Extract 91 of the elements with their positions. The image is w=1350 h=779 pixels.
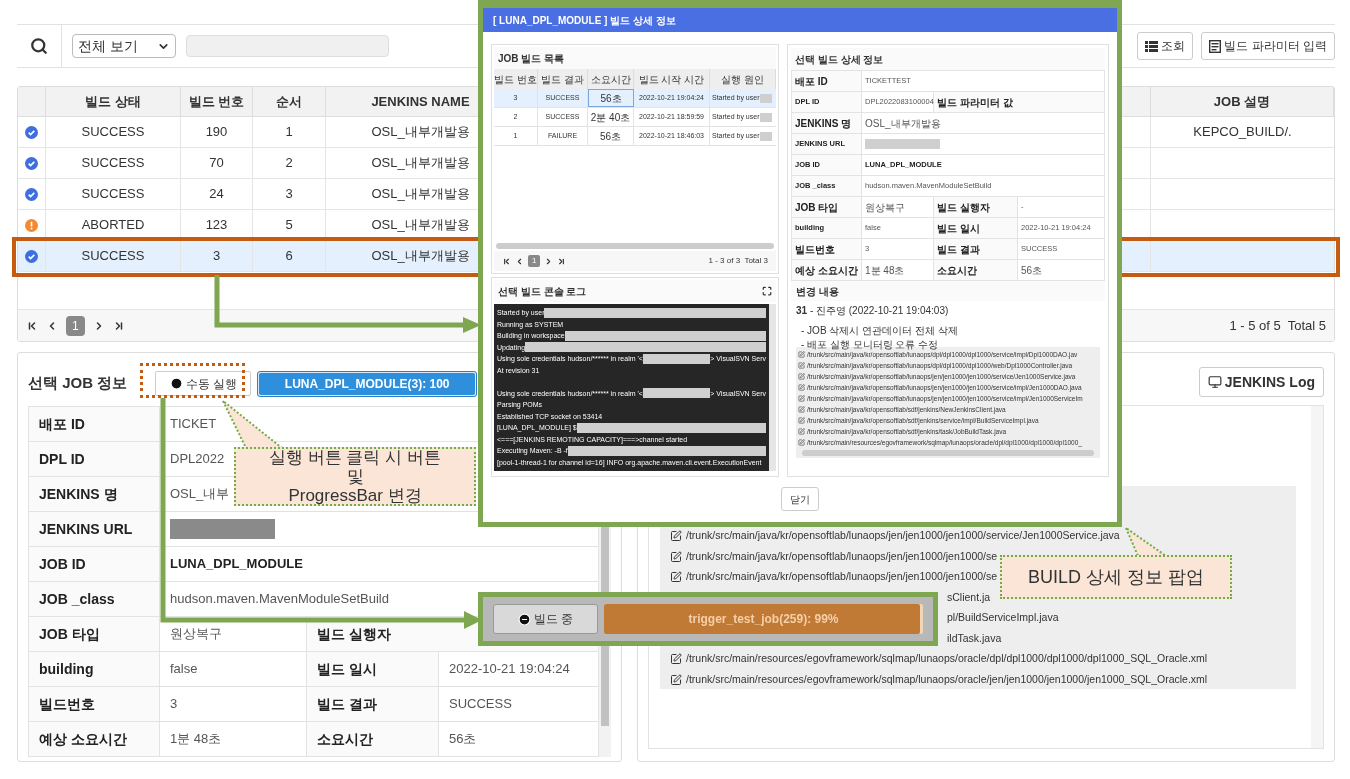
column-header: 빌드 결과 <box>541 72 584 87</box>
panel-title: JOB 빌드 목록 <box>498 51 565 66</box>
progress-label: trigger_test_job(259): 99% <box>687 611 840 628</box>
jenkins-name: OSL_내부개발용 <box>371 154 470 173</box>
section-title: 변경 내용 <box>796 284 839 299</box>
field-value: 원상복구 <box>170 625 222 644</box>
field-value: 2022-10-21 19:04:24 <box>449 660 570 679</box>
status-text: ABORTED <box>81 216 145 235</box>
build-number: 123 <box>205 216 228 235</box>
file-path: pl/BuildServiceImpl.java <box>947 610 1059 626</box>
column-header: 실행 원인 <box>721 72 764 87</box>
build-number: 190 <box>205 123 228 142</box>
file-path: /trunk/src/main/java/kr/opensoftlab/lunaops/jen/jen1000/jen1000/se <box>686 548 998 564</box>
field-value: 1분 48초 <box>170 730 222 749</box>
field-label: JOB 타입 <box>39 624 100 644</box>
file-path: /trunk/src/main/resources/egovframework/sqlmap/lunaops/oracle/dpl/dpl1000/dpl1000/dpl1000_SQL_Oracle.xml <box>686 651 1208 667</box>
order-number: 1 <box>285 123 293 142</box>
field-label: 빌드번호 <box>795 242 835 257</box>
change-header: 31 - 진주영 (2022-10-21 19:04:03) <box>796 304 950 317</box>
file-path: /trunk/src/main/resources/egovframework/sqlmap/lunaops/oracle/jen/jen1000/jen1000/jen1000_SQL_Oracle.xml <box>686 671 1208 687</box>
field-label: 빌드 결과 <box>937 242 980 257</box>
field-label: JENKINS 명 <box>39 484 118 504</box>
popup-title: [ LUNA_DPL_MODULE ] 빌드 상세 정보 <box>483 8 1117 32</box>
field-label: JOB ID <box>39 554 86 574</box>
field-value: OSL_내부 <box>170 485 230 504</box>
field-label: JENKINS 명 <box>795 116 852 131</box>
field-label: 배포 ID <box>795 74 828 89</box>
field-label: 빌드번호 <box>39 694 95 714</box>
order-number: 5 <box>285 216 293 235</box>
status-text: SUCCESS <box>81 185 145 204</box>
panel-title: 선택 빌드 콘솔 로그 <box>498 284 587 299</box>
file-path: sClient.ja <box>947 589 991 605</box>
change-note: - 배포 실행 모니터링 오류 수정 <box>801 339 939 350</box>
field-value: SUCCESS <box>449 695 512 714</box>
jenkins-name: OSL_내부개발용 <box>371 185 470 204</box>
order-number: 3 <box>285 185 293 204</box>
build-number: 70 <box>209 154 224 173</box>
field-label: 빌드 실행자 <box>937 200 990 215</box>
field-value: false <box>170 660 198 679</box>
field-value: hudson.maven.MavenModuleSetBuild <box>170 590 389 609</box>
file-path: /trunk/src/main/java/kr/opensoftlab/lunaops/jen/jen1000/jen1000/service/Jen1000Service.java <box>686 528 1120 544</box>
field-value: 3 <box>170 695 178 714</box>
order-number: 2 <box>285 154 293 173</box>
duration: 56초 <box>600 91 622 106</box>
column-header: 순서 <box>276 92 302 111</box>
column-header: 빌드 상태 <box>85 92 141 111</box>
panel-title: 선택 빌드 상세 정보 <box>795 52 884 67</box>
column-header: JENKINS NAME <box>371 92 470 111</box>
field-label: 빌드 일시 <box>937 221 980 236</box>
field-label: 배포 ID <box>39 414 85 434</box>
jenkins-name: OSL_내부개발용 <box>371 247 470 266</box>
column-header: 빌드 번호 <box>494 72 537 87</box>
file-path: ildTask.java <box>947 630 1002 646</box>
column-header: 빌드 시작 시간 <box>638 72 705 87</box>
field-value: 56초 <box>449 730 477 749</box>
file-path: /trunk/src/main/java/kr/opensoftlab/lunaops/jen/jen1000/jen1000/se <box>686 569 998 585</box>
column-header: 빌드 번호 <box>188 92 245 111</box>
page-summary: 1 - 5 of 5 Total 5 <box>1229 316 1326 335</box>
field-label: 빌드 결과 <box>317 694 377 714</box>
jenkins-name: OSL_내부개발용 <box>371 123 470 142</box>
status-text: SUCCESS <box>81 154 145 173</box>
jenkins-name: OSL_내부개발용 <box>371 216 470 235</box>
field-label: 빌드 일시 <box>317 659 377 679</box>
duration: 56초 <box>599 129 622 144</box>
field-label: JOB 타입 <box>795 200 839 215</box>
duration: 2분 40초 <box>590 110 631 125</box>
column-header: 소요시간 <box>590 72 631 87</box>
page-summary: 1 - 3 of 3 Total 3 <box>708 255 768 267</box>
status-text: SUCCESS <box>81 123 145 142</box>
status-text: SUCCESS <box>81 247 145 266</box>
field-value: TICKET <box>170 415 217 434</box>
order-number: 6 <box>285 247 293 266</box>
field-label: JOB _class <box>39 589 115 609</box>
field-label: 소요시간 <box>317 729 373 749</box>
field-label: JENKINS URL <box>39 519 133 539</box>
field-value: DPL2022 <box>170 450 225 469</box>
job-description: KEPCO_BUILD/. <box>1193 123 1292 142</box>
field-label: building <box>39 659 94 679</box>
panel-title: 선택 JOB 정보 <box>28 373 128 394</box>
field-label: 빌드 실행자 <box>317 624 391 644</box>
build-number: 24 <box>209 185 224 204</box>
column-header: JOB 설명 <box>1213 92 1271 111</box>
field-label: DPL ID <box>39 449 85 469</box>
field-label: 예상 소요시간 <box>39 729 127 749</box>
field-label: 빌드 파라미터 값 <box>937 95 1013 110</box>
field-value: LUNA_DPL_MODULE <box>170 555 303 574</box>
progress-label: LUNA_DPL_MODULE(3): 100 <box>283 375 451 393</box>
field-value: 원상복구 <box>865 200 905 215</box>
build-number: 3 <box>212 247 221 266</box>
field-value: OSL_내부개발용 <box>865 116 941 131</box>
change-note: - JOB 삭제시 연관데이터 전체 삭제 <box>801 325 958 336</box>
